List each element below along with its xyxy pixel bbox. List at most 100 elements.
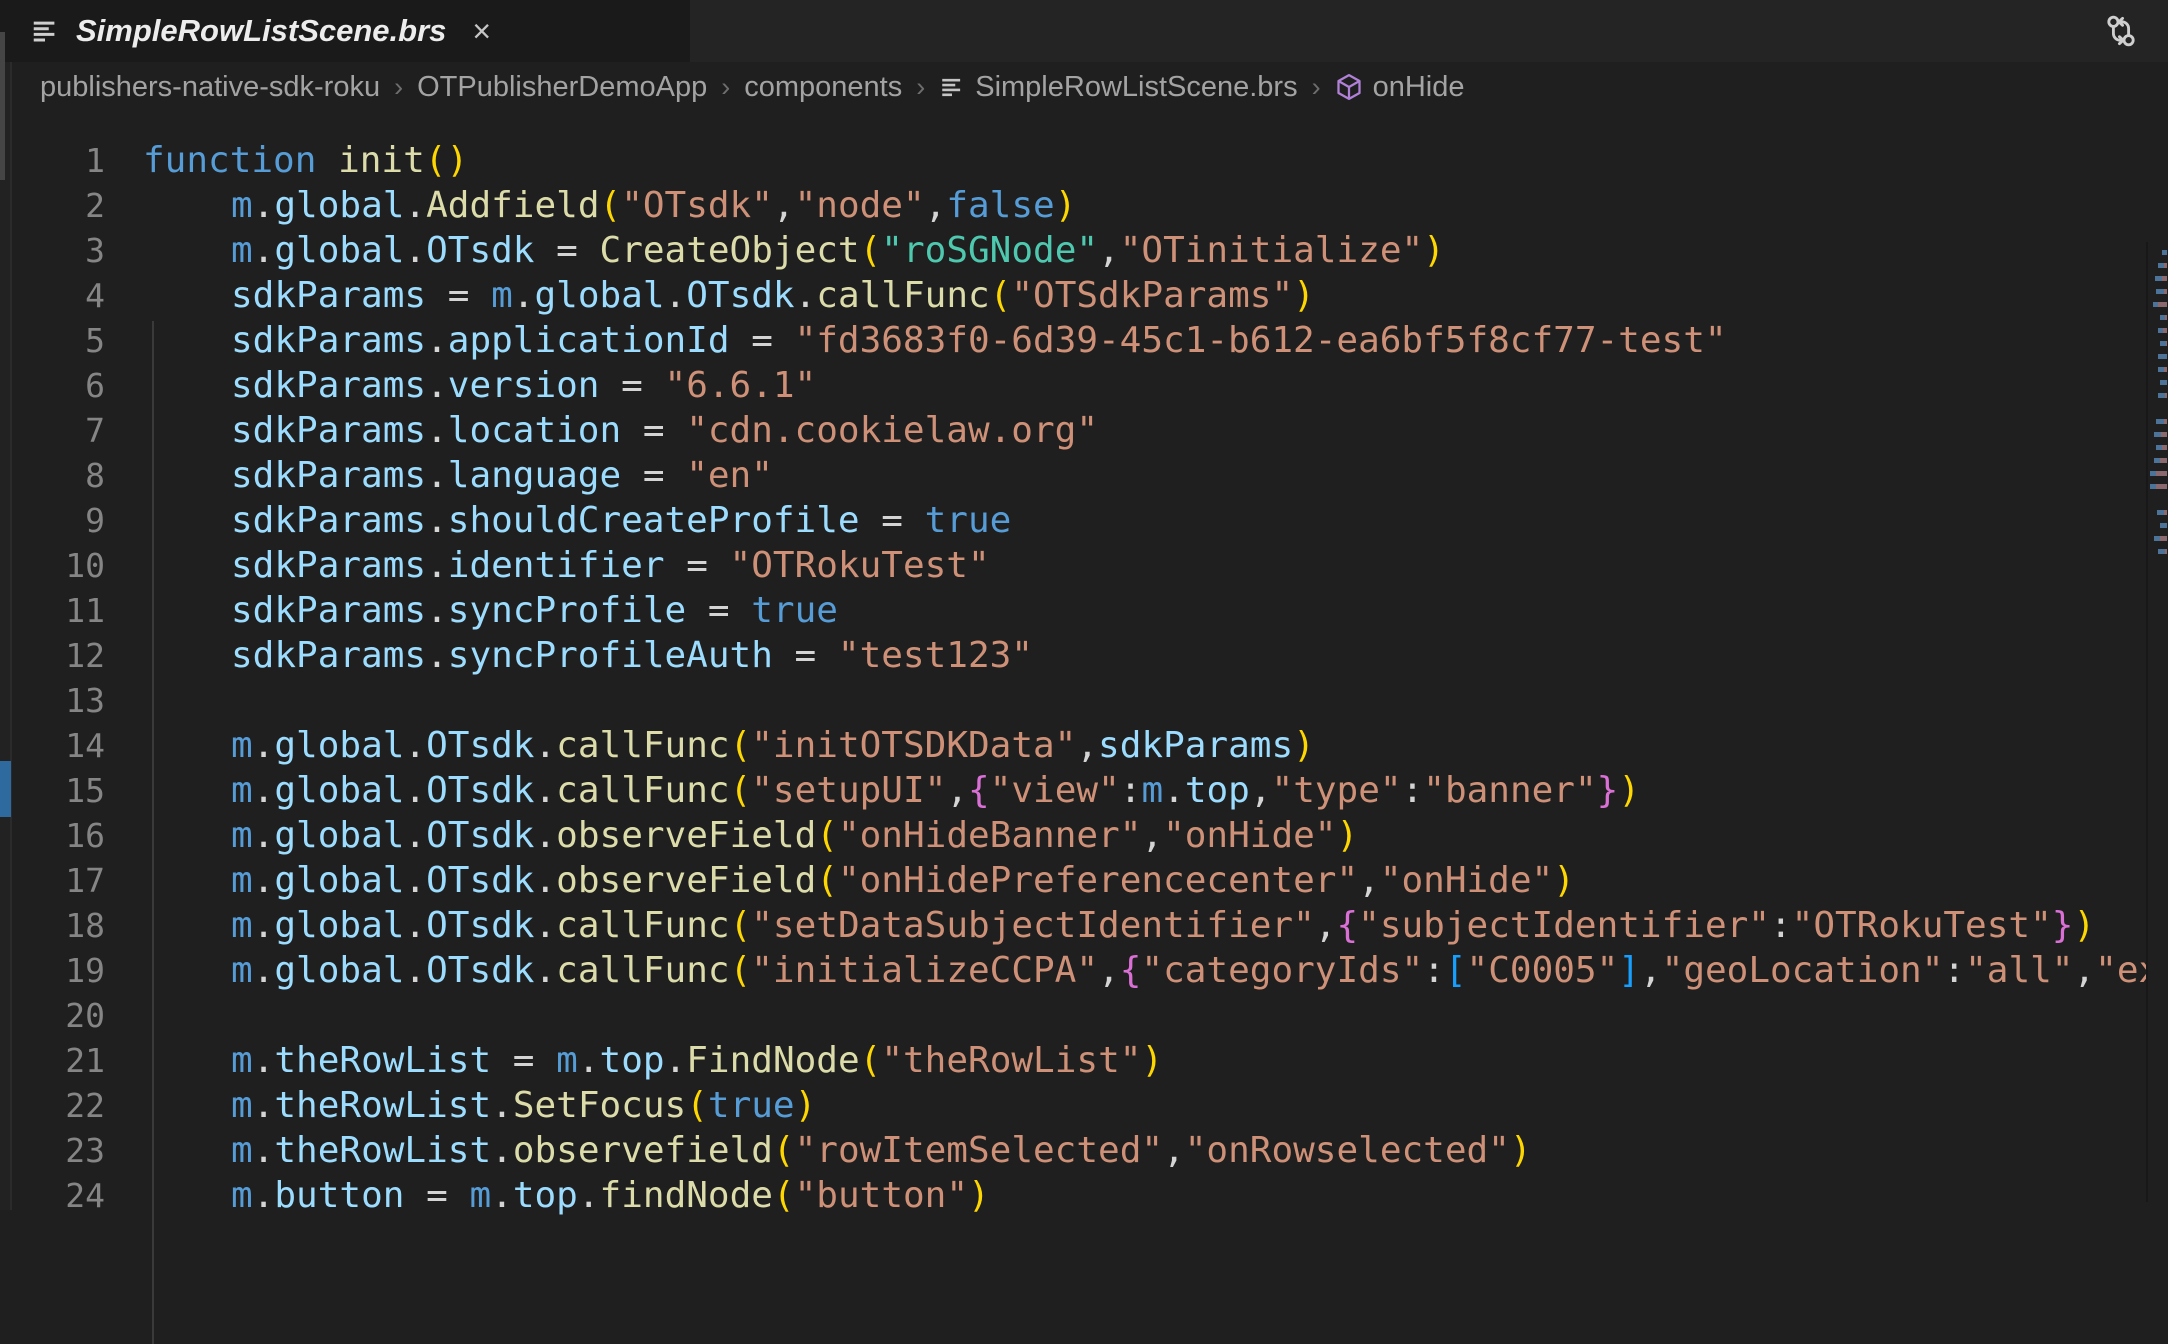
code-line[interactable]: 1function init() [0,138,2148,183]
code-token: callFunc [556,905,729,946]
code-token: . [426,365,448,406]
code-line[interactable]: 13 [0,678,2148,723]
code-line[interactable]: 5sdkParams.applicationId = "fd3683f0-6d3… [0,318,2148,363]
code-line[interactable]: 10sdkParams.identifier = "OTRokuTest" [0,543,2148,588]
code-token: top [600,1040,665,1081]
code-line[interactable]: 3m.global.OTsdk = CreateObject("roSGNode… [0,228,2148,273]
code-token: . [253,185,275,226]
code-token: . [253,230,275,271]
code-line[interactable]: 20 [0,993,2148,1038]
code-token: . [426,320,448,361]
minimap-line [2160,380,2167,385]
line-number[interactable]: 24 [0,1173,105,1218]
code-token: } [1597,770,1619,811]
line-number[interactable]: 23 [0,1128,105,1173]
code-token: ( [600,185,622,226]
breadcrumb-item-components[interactable]: components [744,71,902,104]
code-line[interactable]: 7sdkParams.location = "cdn.cookielaw.org… [0,408,2148,453]
left-scrollbar-sliver[interactable] [0,32,5,180]
code-text: sdkParams.identifier = "OTRokuTest" [105,543,990,588]
code-line[interactable]: 14m.global.OTsdk.callFunc("initOTSDKData… [0,723,2148,768]
breadcrumb-item-root[interactable]: publishers-native-sdk-roku [40,71,380,104]
editor[interactable]: 1function init()2m.global.Addfield("OTsd… [0,112,2168,1210]
code-token: m [231,1130,253,1171]
line-number[interactable]: 10 [0,543,105,588]
line-number[interactable]: 13 [0,678,105,723]
line-number[interactable]: 2 [0,183,105,228]
code-text: m.global.OTsdk.observeField("onHideBanne… [105,813,1358,858]
minimap-string-segment [2165,393,2167,398]
code-token: "cdn.cookielaw.org" [686,410,1098,451]
line-number[interactable]: 22 [0,1083,105,1128]
code-token: . [404,185,426,226]
code-line[interactable]: 9sdkParams.shouldCreateProfile = true [0,498,2148,543]
minimap-line [2158,328,2167,333]
line-number[interactable]: 4 [0,273,105,318]
line-number[interactable]: 20 [0,993,105,1038]
code-line[interactable]: 15m.global.OTsdk.callFunc("setupUI",{"vi… [0,768,2148,813]
line-number[interactable]: 3 [0,228,105,273]
code-line[interactable]: 19m.global.OTsdk.callFunc("initializeCCP… [0,948,2148,993]
code-token: . [491,1085,513,1126]
line-number[interactable]: 6 [0,363,105,408]
breadcrumb-item-symbol-onhide[interactable]: onHide [1335,71,1465,104]
line-number[interactable]: 1 [0,138,105,183]
code-line[interactable]: 22m.theRowList.SetFocus(true) [0,1083,2148,1128]
code-token: = [860,500,925,541]
code-area[interactable]: 1function init()2m.global.Addfield("OTsd… [0,112,2148,1218]
code-token: . [578,1040,600,1081]
code-token: : [1423,950,1445,991]
code-token: global [274,905,404,946]
line-number[interactable]: 19 [0,948,105,993]
code-line[interactable]: 18m.global.OTsdk.callFunc("setDataSubjec… [0,903,2148,948]
line-number[interactable]: 8 [0,453,105,498]
line-number[interactable]: 11 [0,588,105,633]
line-number[interactable]: 16 [0,813,105,858]
tab-simplerowlistscene[interactable]: SimpleRowListScene.brs × [0,0,690,62]
code-token: "initializeCCPA" [751,950,1098,991]
minimap-string-segment [2164,289,2167,294]
code-token: . [513,275,535,316]
code-token: "C0005" [1467,950,1619,991]
breadcrumb-item-file[interactable]: SimpleRowListScene.brs [939,71,1297,104]
line-number[interactable]: 7 [0,408,105,453]
code-text: sdkParams.shouldCreateProfile = true [105,498,1011,543]
code-token: , [1358,860,1380,901]
line-number[interactable]: 17 [0,858,105,903]
line-number[interactable]: 18 [0,903,105,948]
code-token: . [665,1040,687,1081]
code-line[interactable]: 11sdkParams.syncProfile = true [0,588,2148,633]
code-line[interactable]: 8sdkParams.language = "en" [0,453,2148,498]
line-number[interactable]: 12 [0,633,105,678]
code-line[interactable]: 2m.global.Addfield("OTsdk","node",false) [0,183,2148,228]
breadcrumb-item-app[interactable]: OTPublisherDemoApp [417,71,707,104]
code-token: , [1250,770,1272,811]
code-line[interactable]: 21m.theRowList = m.top.FindNode("theRowL… [0,1038,2148,1083]
code-token: "all" [1965,950,2073,991]
code-token: ( [860,1040,882,1081]
code-line[interactable]: 23m.theRowList.observefield("rowItemSele… [0,1128,2148,1173]
code-token: top [1185,770,1250,811]
minimap[interactable] [2146,242,2168,1202]
minimap-line [2156,445,2167,450]
tab-close-icon[interactable]: × [472,15,491,47]
code-text: m.global.Addfield("OTsdk","node",false) [105,183,1076,228]
line-number[interactable]: 9 [0,498,105,543]
code-line[interactable]: 12sdkParams.syncProfileAuth = "test123" [0,633,2148,678]
code-token: . [253,815,275,856]
line-number[interactable]: 14 [0,723,105,768]
line-number[interactable]: 5 [0,318,105,363]
line-number[interactable]: 15 [0,768,105,813]
open-changes-icon[interactable] [2102,12,2140,50]
code-line[interactable]: 16m.global.OTsdk.observeField("onHideBan… [0,813,2148,858]
code-line[interactable]: 4sdkParams = m.global.OTsdk.callFunc("OT… [0,273,2148,318]
code-line[interactable]: 24m.button = m.top.findNode("button") [0,1173,2148,1218]
minimap-line [2157,510,2167,515]
code-token: OTsdk [426,770,534,811]
line-number[interactable]: 21 [0,1038,105,1083]
code-token: global [274,185,404,226]
code-token: ) [1293,725,1315,766]
minimap-line [2154,432,2167,437]
code-line[interactable]: 6sdkParams.version = "6.6.1" [0,363,2148,408]
code-line[interactable]: 17m.global.OTsdk.observeField("onHidePre… [0,858,2148,903]
